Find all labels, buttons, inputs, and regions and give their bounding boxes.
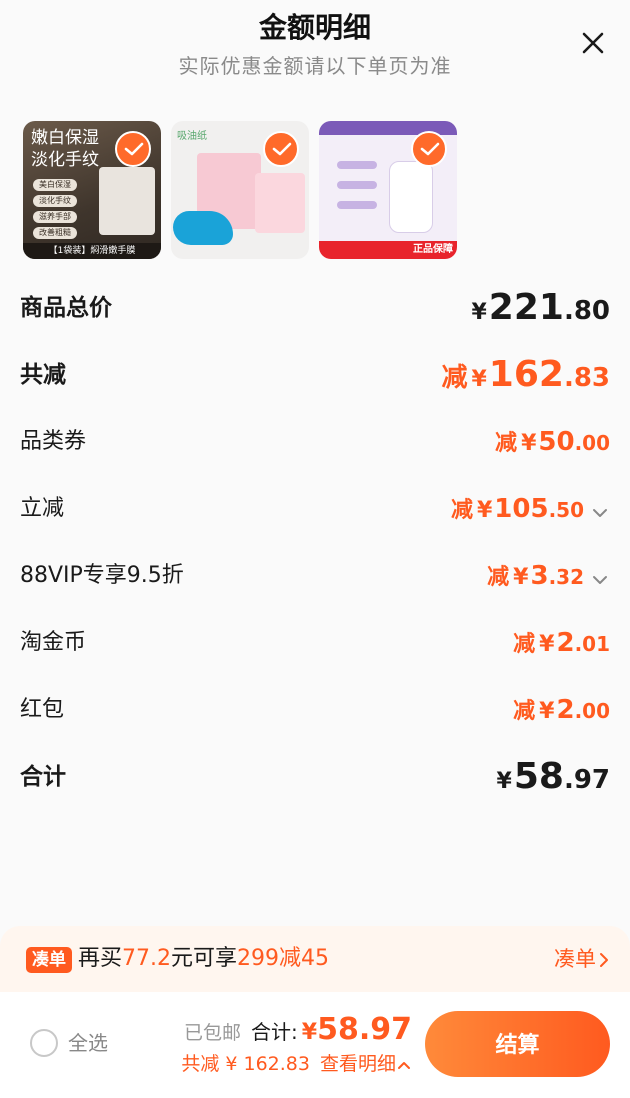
bundle-message: 再买77.2元可享299减45 xyxy=(78,946,330,971)
product-image-pack xyxy=(255,173,305,233)
product-thumb-oil-paper[interactable]: 吸油纸 xyxy=(171,121,309,259)
total-amount: 58.97 xyxy=(317,1012,412,1047)
checkout-footer: 全选 已包邮 合计: ¥58.97 共减 ¥ 162.83 查看明细 结算 xyxy=(0,992,630,1098)
row-total-reduction: 共减 减 ¥162.83 xyxy=(20,355,610,395)
row-amount: 减 ¥2.01 xyxy=(513,628,610,658)
footer-total: 已包邮 合计: ¥58.97 xyxy=(184,1012,412,1052)
row-amount: ¥58.97 xyxy=(496,756,610,797)
row-instant-discount[interactable]: 立减 减 ¥105.50 xyxy=(20,489,610,529)
selected-check-badge xyxy=(115,131,151,167)
feature-line: 淡化手纹 xyxy=(33,195,77,207)
row-amount: 减 ¥2.00 xyxy=(513,695,610,725)
check-icon xyxy=(272,142,292,156)
selected-check-badge xyxy=(411,131,447,167)
product-thumb-hand-mask[interactable]: 嫩白保湿 淡化手纹 美白保湿 淡化手纹 滋养手部 改善粗糙 【1袋装】焖滑嫩手膜 xyxy=(23,121,161,259)
total-label: 合计: xyxy=(251,1020,298,1044)
row-category-coupon: 品类券 减 ¥50.00 xyxy=(20,422,610,462)
product-image-mask-pack xyxy=(99,167,155,235)
row-red-packet: 红包 减 ¥2.00 xyxy=(20,690,610,730)
product-image-title: 嫩白保湿 淡化手纹 xyxy=(31,128,99,170)
check-icon xyxy=(420,142,440,156)
feature-line: 滋养手部 xyxy=(33,211,77,223)
select-all-radio[interactable] xyxy=(30,1029,58,1057)
row-amount: 减 ¥105.50 xyxy=(451,489,610,532)
row-amount: ¥221.80 xyxy=(471,287,610,328)
close-icon xyxy=(582,32,604,54)
footer-discount: 共减 ¥ 162.83 查看明细 xyxy=(181,1050,412,1078)
feature-tag xyxy=(337,161,377,169)
sheet-title: 金额明细 xyxy=(258,11,371,44)
row-vip-discount[interactable]: 88VIP专享9.5折 减 ¥3.32 xyxy=(20,556,610,596)
row-label: 淘金币 xyxy=(20,630,87,655)
sheet-subtitle: 实际优惠金额请以下单页为准 xyxy=(178,54,452,78)
chevron-right-icon xyxy=(600,953,608,967)
row-label: 红包 xyxy=(20,697,65,722)
row-subtotal: 合计 ¥58.97 xyxy=(20,757,610,797)
feature-tag xyxy=(337,181,377,189)
price-detail-sheet: 金额明细 实际优惠金额请以下单页为准 嫩白保湿 淡化手纹 美白保湿 淡化手纹 滋养… xyxy=(0,0,630,1098)
shipping-status: 已包邮 xyxy=(184,1022,242,1044)
row-label: 88VIP专享9.5折 xyxy=(20,563,184,588)
bundle-promo-bar: 凑单 再买77.2元可享299减45 凑单 xyxy=(0,926,630,992)
product-image-title: 吸油纸 xyxy=(177,131,207,142)
row-label: 商品总价 xyxy=(20,295,112,321)
feature-line: 改善粗糙 xyxy=(33,227,77,239)
row-label: 合计 xyxy=(20,764,66,790)
row-label: 立减 xyxy=(20,496,65,521)
bundle-tag: 凑单 xyxy=(26,947,72,973)
product-image-banner: 【1袋装】焖滑嫩手膜 xyxy=(23,243,161,259)
product-image-bottle xyxy=(389,161,433,233)
feature-tag xyxy=(337,201,377,209)
product-image-banner: 正品保障 xyxy=(319,241,457,259)
row-tao-coins: 淘金币 减 ¥2.01 xyxy=(20,623,610,663)
selected-check-badge xyxy=(263,131,299,167)
row-total-price: 商品总价 ¥221.80 xyxy=(20,288,610,328)
close-button[interactable] xyxy=(578,28,608,58)
chevron-down-icon[interactable] xyxy=(590,503,610,523)
checkout-button[interactable]: 结算 xyxy=(425,1011,610,1077)
check-icon xyxy=(124,142,144,156)
product-image-sponge xyxy=(173,211,233,245)
row-label: 品类券 xyxy=(20,429,87,454)
row-label: 共减 xyxy=(20,362,66,388)
chevron-up-icon xyxy=(398,1061,410,1069)
bundle-link[interactable]: 凑单 xyxy=(554,942,610,976)
total-currency: ¥ xyxy=(301,1020,318,1045)
row-amount: 减 ¥3.32 xyxy=(487,556,610,599)
chevron-down-icon[interactable] xyxy=(590,570,610,590)
discount-summary: 共减 ¥ 162.83 xyxy=(181,1053,310,1075)
row-amount: 减 ¥162.83 xyxy=(441,354,610,395)
feature-line: 美白保湿 xyxy=(33,179,77,191)
select-all-label: 全选 xyxy=(68,1031,108,1055)
product-thumb-cleanser[interactable]: 正品保障 xyxy=(319,121,457,259)
row-amount: 减 ¥50.00 xyxy=(495,427,610,457)
view-detail-link[interactable]: 查看明细 xyxy=(320,1053,412,1075)
